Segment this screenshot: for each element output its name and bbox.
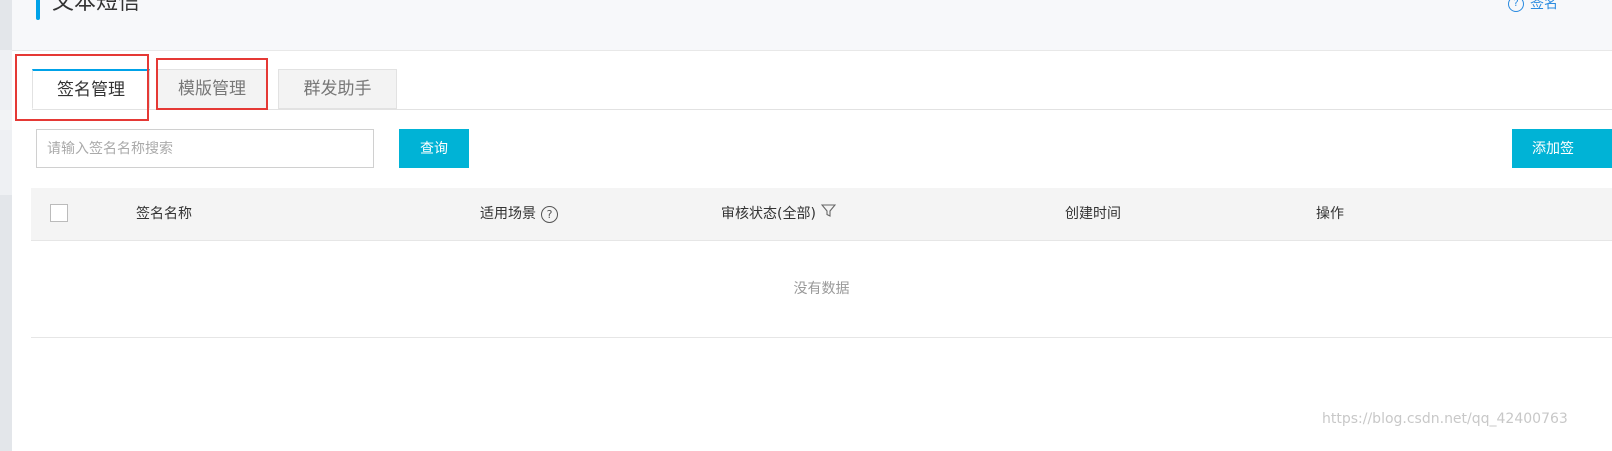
left-strip-segment xyxy=(0,195,12,451)
column-header-label: 适用场景 xyxy=(480,206,536,222)
column-header-review-status: 审核状态(全部) xyxy=(721,188,837,240)
column-header-label: 审核状态(全部) xyxy=(721,206,816,222)
help-link[interactable]: ? 签名 xyxy=(1508,0,1558,14)
left-strip-segment xyxy=(0,0,12,50)
column-header-signature-name: 签名名称 xyxy=(136,188,192,240)
filter-icon[interactable] xyxy=(820,188,837,240)
column-header-label: 创建时间 xyxy=(1065,206,1121,222)
watermark: https://blog.csdn.net/qq_42400763 xyxy=(1322,411,1568,427)
column-header-created-time: 创建时间 xyxy=(1065,188,1121,240)
left-strip xyxy=(0,0,12,451)
add-signature-button[interactable]: 添加签 xyxy=(1512,129,1612,168)
page-title: 文本短信 xyxy=(52,0,141,15)
tab-template-management[interactable]: 模版管理 xyxy=(156,69,268,109)
empty-state: 没有数据 xyxy=(31,241,1612,338)
search-input[interactable] xyxy=(36,129,374,168)
help-icon: ? xyxy=(1508,0,1524,12)
help-link-label: 签名 xyxy=(1530,0,1558,12)
column-header-label: 操作 xyxy=(1316,206,1344,222)
tab-bar: 签名管理 模版管理 群发助手 xyxy=(12,50,1612,110)
column-header-label: 签名名称 xyxy=(136,206,192,222)
left-strip-segment xyxy=(0,110,12,130)
column-header-scenario: 适用场景 ? xyxy=(480,188,558,240)
title-accent-bar xyxy=(36,0,40,20)
select-all-checkbox[interactable] xyxy=(50,204,68,222)
query-button[interactable]: 查询 xyxy=(399,129,469,168)
tab-signature-management[interactable]: 签名管理 xyxy=(32,69,150,109)
tab-baseline xyxy=(32,109,1612,110)
page-header: 文本短信 ? 签名 xyxy=(12,0,1612,51)
column-header-actions: 操作 xyxy=(1316,188,1344,240)
table-header: 签名名称 适用场景 ? 审核状态(全部) 创建时间 操作 xyxy=(31,188,1612,241)
question-icon[interactable]: ? xyxy=(541,205,558,223)
tab-bulk-send-assistant[interactable]: 群发助手 xyxy=(278,69,397,109)
